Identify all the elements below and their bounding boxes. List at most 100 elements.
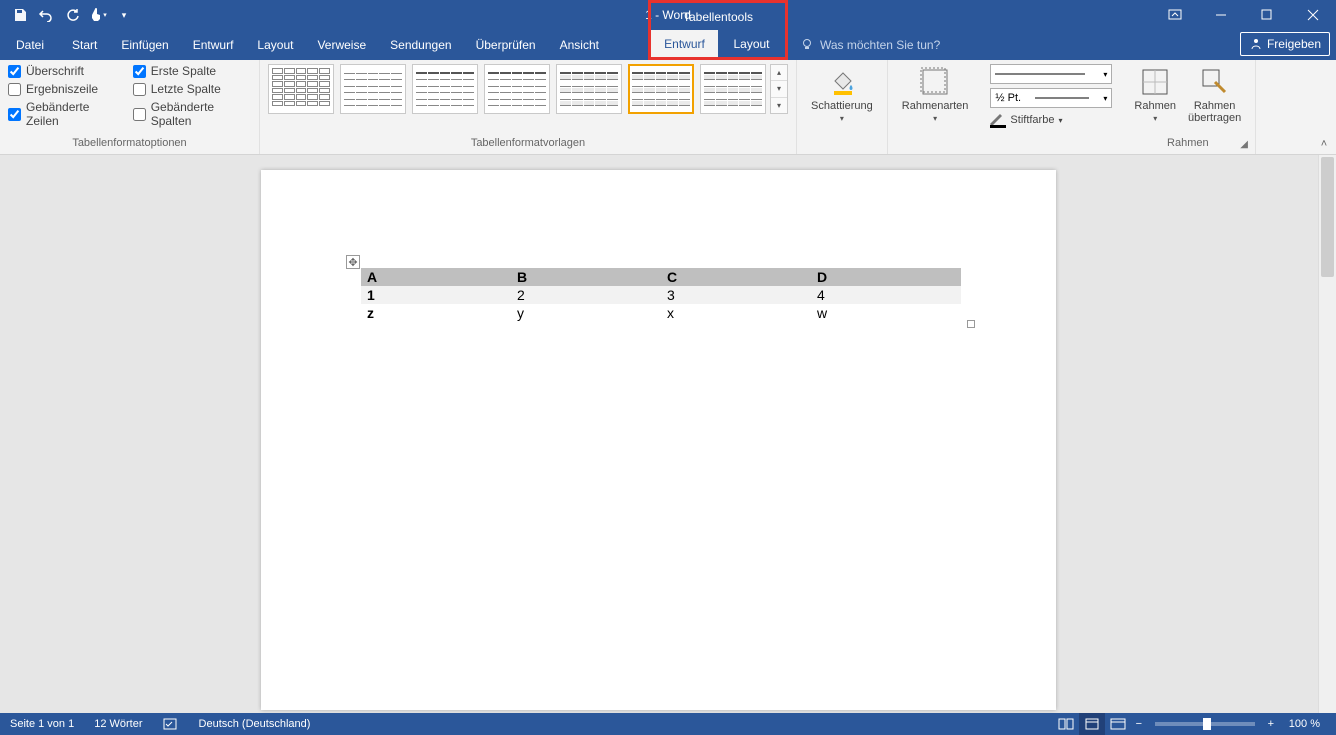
- zoom-in-button[interactable]: +: [1263, 718, 1279, 730]
- table-cell[interactable]: y: [511, 304, 661, 322]
- tab-design[interactable]: Entwurf: [181, 30, 246, 60]
- checkbox-last-column[interactable]: Letzte Spalte: [133, 82, 251, 96]
- status-word-count[interactable]: 12 Wörter: [84, 713, 152, 735]
- status-language[interactable]: Deutsch (Deutschland): [189, 713, 321, 735]
- table-cell[interactable]: C: [661, 268, 811, 286]
- tab-file[interactable]: Datei: [0, 30, 60, 60]
- zoom-slider[interactable]: [1155, 722, 1255, 726]
- scrollbar-thumb[interactable]: [1321, 157, 1334, 277]
- table-cell[interactable]: 4: [811, 286, 961, 304]
- group-table-style-options: Überschrift Ergebniszeile Gebänderte Zei…: [0, 60, 260, 154]
- document-area: ✥ A B C D 1 2 3 4 z y x w: [0, 155, 1336, 713]
- customize-qat-button[interactable]: ▾: [112, 3, 136, 27]
- table-tools-context-label: Tabellentools: [648, 0, 788, 30]
- checkbox-banded-columns[interactable]: Gebänderte Spalten: [133, 100, 251, 128]
- zoom-slider-thumb[interactable]: [1203, 718, 1211, 730]
- end-of-cell-mark: [967, 320, 975, 328]
- table-cell[interactable]: 1: [361, 286, 511, 304]
- zoom-level[interactable]: 100 %: [1279, 713, 1336, 735]
- group-label-style-options: Tabellenformatoptionen: [8, 136, 251, 154]
- document-table[interactable]: A B C D 1 2 3 4 z y x w: [361, 268, 961, 322]
- table-tools-tabs: Entwurf Layout: [648, 30, 788, 60]
- table-row[interactable]: z y x w: [361, 304, 961, 322]
- group-label-borders: Rahmen: [1128, 136, 1247, 154]
- border-styles-button[interactable]: Rahmenarten ▾: [896, 64, 975, 125]
- group-pen-settings: ▾ ½ Pt.▾ Stiftfarbe▾: [982, 60, 1120, 154]
- table-cell[interactable]: w: [811, 304, 961, 322]
- border-painter-button[interactable]: Rahmenübertragen: [1182, 64, 1247, 126]
- status-bar: Seite 1 von 1 12 Wörter Deutsch (Deutsch…: [0, 713, 1336, 735]
- shading-button[interactable]: Schattierung ▾: [805, 64, 879, 125]
- tab-start[interactable]: Start: [60, 30, 109, 60]
- table-style-thumbnail[interactable]: [340, 64, 406, 114]
- border-line-weight-combo[interactable]: ½ Pt.▾: [990, 88, 1112, 108]
- tab-insert[interactable]: Einfügen: [109, 30, 180, 60]
- share-icon: [1249, 37, 1263, 51]
- table-row[interactable]: 1 2 3 4: [361, 286, 961, 304]
- tab-table-design[interactable]: Entwurf: [651, 30, 718, 57]
- checkbox-header-row[interactable]: Überschrift: [8, 64, 119, 78]
- group-borders: Rahmen ▾ Rahmenübertragen Rahmen ◢: [1120, 60, 1256, 154]
- tab-review[interactable]: Überprüfen: [464, 30, 548, 60]
- tell-me-placeholder: Was möchten Sie tun?: [820, 38, 940, 52]
- table-style-thumbnail[interactable]: [628, 64, 694, 114]
- pen-color-button[interactable]: Stiftfarbe▾: [990, 112, 1112, 128]
- checkbox-banded-rows[interactable]: Gebänderte Zeilen: [8, 100, 119, 128]
- ribbon-tabs: Datei Start Einfügen Entwurf Layout Verw…: [0, 30, 1336, 60]
- paint-bucket-icon: [826, 66, 858, 98]
- checkbox-first-column[interactable]: Erste Spalte: [133, 64, 251, 78]
- table-row[interactable]: A B C D: [361, 268, 961, 286]
- undo-button[interactable]: [34, 3, 58, 27]
- borders-button[interactable]: Rahmen ▾: [1128, 64, 1182, 125]
- touch-mode-button[interactable]: ▾: [86, 3, 110, 27]
- page[interactable]: ✥ A B C D 1 2 3 4 z y x w: [261, 170, 1056, 710]
- save-icon[interactable]: [8, 3, 32, 27]
- status-page[interactable]: Seite 1 von 1: [0, 713, 84, 735]
- table-style-thumbnail[interactable]: [556, 64, 622, 114]
- table-cell[interactable]: B: [511, 268, 661, 286]
- table-cell[interactable]: A: [361, 268, 511, 286]
- tell-me-search[interactable]: Was möchten Sie tun?: [800, 30, 940, 60]
- border-line-style-combo[interactable]: ▾: [990, 64, 1112, 84]
- table-move-handle[interactable]: ✥: [346, 255, 360, 269]
- group-table-styles: ▴▾▾ Tabellenformatvorlagen: [260, 60, 797, 154]
- close-button[interactable]: [1290, 0, 1336, 30]
- border-painter-icon: [1199, 66, 1231, 98]
- tab-view[interactable]: Ansicht: [548, 30, 611, 60]
- view-web-layout[interactable]: [1105, 713, 1131, 735]
- tab-mailings[interactable]: Sendungen: [378, 30, 463, 60]
- view-read-mode[interactable]: [1053, 713, 1079, 735]
- table-cell[interactable]: 3: [661, 286, 811, 304]
- minimize-button[interactable]: [1198, 0, 1244, 30]
- table-style-thumbnail[interactable]: [484, 64, 550, 114]
- maximize-button[interactable]: [1244, 0, 1290, 30]
- tab-layout[interactable]: Layout: [245, 30, 305, 60]
- checkbox-total-row[interactable]: Ergebniszeile: [8, 82, 119, 96]
- ribbon-display-options-button[interactable]: [1152, 0, 1198, 30]
- group-shading: Schattierung ▾: [797, 60, 887, 154]
- pen-color-icon: [990, 112, 1006, 128]
- table-cell[interactable]: x: [661, 304, 811, 322]
- tab-references[interactable]: Verweise: [305, 30, 378, 60]
- title-bar: ▾ ▾ 1 - Word Tabellentools: [0, 0, 1336, 30]
- vertical-scrollbar[interactable]: [1318, 155, 1336, 713]
- redo-button[interactable]: [60, 3, 84, 27]
- table-style-thumbnail[interactable]: [268, 64, 334, 114]
- quick-access-toolbar: ▾ ▾: [0, 3, 136, 27]
- collapse-ribbon-button[interactable]: ˄: [1316, 136, 1332, 152]
- table-cell[interactable]: 2: [511, 286, 661, 304]
- table-style-thumbnail[interactable]: [412, 64, 478, 114]
- tab-table-layout[interactable]: Layout: [718, 30, 785, 57]
- table-cell[interactable]: D: [811, 268, 961, 286]
- lightbulb-icon: [800, 38, 814, 52]
- table-style-thumbnail[interactable]: [700, 64, 766, 114]
- group-border-styles: Rahmenarten ▾: [887, 60, 983, 154]
- zoom-out-button[interactable]: −: [1131, 718, 1147, 730]
- gallery-more-button[interactable]: ▴▾▾: [770, 64, 788, 114]
- view-print-layout[interactable]: [1079, 713, 1105, 735]
- share-button[interactable]: Freigeben: [1240, 32, 1330, 56]
- table-cell[interactable]: z: [361, 304, 511, 322]
- status-spellcheck[interactable]: [153, 713, 189, 735]
- ribbon: Überschrift Ergebniszeile Gebänderte Zei…: [0, 60, 1336, 155]
- borders-dialog-launcher[interactable]: ◢: [1239, 138, 1253, 152]
